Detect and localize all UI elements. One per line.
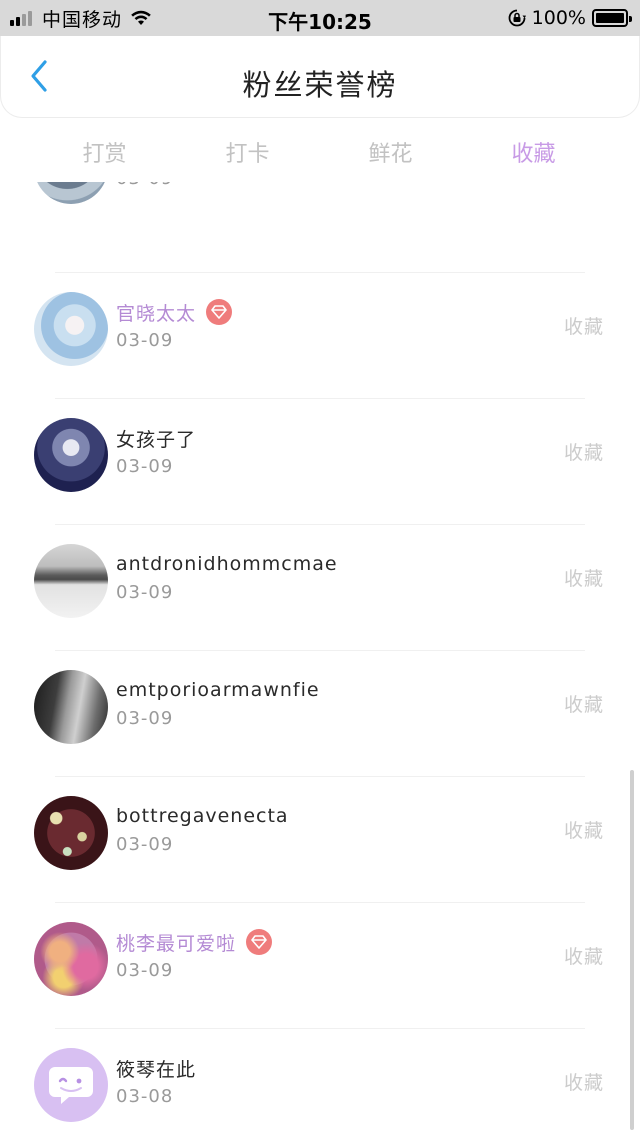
tab-bar: 打赏 打卡 鲜花 收藏 (0, 118, 640, 182)
divider (55, 902, 585, 903)
scrollbar[interactable] (630, 770, 634, 1130)
colorful-blur-avatar[interactable] (34, 922, 108, 996)
tab-checkin[interactable]: 打卡 (176, 118, 319, 182)
list-item[interactable]: bottregavenecta 03-09 收藏 (0, 776, 640, 902)
date: 03-09 (116, 182, 173, 189)
page-title: 粉丝荣誉榜 (242, 68, 398, 102)
favorite-button[interactable]: 收藏 (564, 564, 604, 591)
list-item[interactable]: 筱琴在此 03-08 收藏 (0, 1028, 640, 1139)
list-item[interactable]: antdronidhommcmae 03-09 收藏 (0, 524, 640, 650)
chat-bubble-icon (49, 1067, 93, 1104)
user-name: 女孩子了 (116, 428, 197, 451)
date: 03-09 (116, 834, 174, 855)
user-name: 官晓太太 (116, 302, 197, 325)
monochrome-photo-avatar[interactable] (34, 544, 108, 618)
battery-icon (592, 9, 632, 27)
divider (55, 1028, 585, 1029)
status-right: 100% (508, 7, 632, 29)
favorite-button[interactable]: 收藏 (564, 312, 604, 339)
user-name: antdronidhommcmae (116, 553, 338, 575)
favorite-button[interactable]: 收藏 (564, 438, 604, 465)
favorite-button[interactable]: 收藏 (564, 1068, 604, 1095)
divider (55, 776, 585, 777)
list-item[interactable]: 女孩子了 03-09 收藏 (0, 398, 640, 524)
user-name: bottregavenecta (116, 805, 289, 827)
fan-list: 03-09 收藏 官晓太太 03-09 收藏 女孩子了 03-09 收藏 ant… (0, 182, 640, 1139)
list-item[interactable]: emtporioarmawnfie 03-09 收藏 (0, 650, 640, 776)
orientation-lock-icon (508, 9, 526, 27)
favorite-button[interactable]: 收藏 (564, 816, 604, 843)
anime-blue-hair-avatar[interactable] (34, 292, 108, 366)
user-name: 桃李最可爱啦 (116, 932, 237, 955)
diamond-badge-icon (246, 929, 273, 955)
date: 03-08 (116, 1086, 174, 1107)
favorite-button[interactable]: 收藏 (564, 690, 604, 717)
favorite-button[interactable]: 收藏 (564, 942, 604, 969)
tab-favorites[interactable]: 收藏 (462, 118, 605, 182)
divider (55, 272, 585, 273)
diamond-badge-icon (206, 299, 233, 325)
date: 03-09 (116, 708, 174, 729)
dark-night-avatar[interactable] (34, 418, 108, 492)
divider (55, 650, 585, 651)
date: 03-09 (116, 456, 174, 477)
date: 03-09 (116, 582, 174, 603)
list-item[interactable]: 官晓太太 03-09 收藏 (0, 272, 640, 398)
default-chat-avatar[interactable] (34, 1048, 108, 1122)
pattern-avatar[interactable] (34, 796, 108, 870)
date: 03-09 (116, 960, 174, 981)
tab-reward[interactable]: 打赏 (33, 118, 176, 182)
battery-percentage: 100% (531, 7, 586, 29)
tab-flowers[interactable]: 鲜花 (319, 118, 462, 182)
navigation-bar: 粉丝荣誉榜 (0, 36, 640, 118)
user-name: 筱琴在此 (116, 1058, 197, 1081)
list-item[interactable]: 03-09 收藏 (0, 182, 640, 236)
divider (55, 398, 585, 399)
list-item[interactable]: 桃李最可爱啦 03-09 收藏 (0, 902, 640, 1028)
anime-girl-avatar[interactable] (34, 182, 108, 204)
date: 03-09 (116, 330, 174, 351)
status-bar: 中国移动 下午10:25 100% (0, 0, 640, 36)
bw-portrait-avatar[interactable] (34, 670, 108, 744)
user-name: emtporioarmawnfie (116, 679, 320, 701)
divider (55, 524, 585, 525)
